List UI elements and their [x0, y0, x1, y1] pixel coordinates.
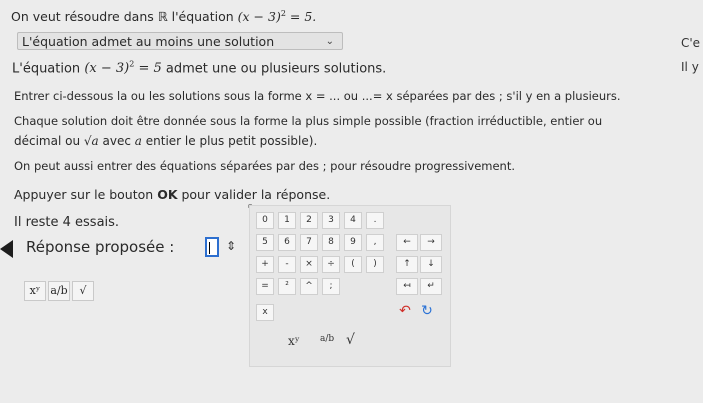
statement-suffix: admet une ou plusieurs solutions.	[161, 61, 387, 77]
key-dot[interactable]: .	[366, 212, 384, 229]
instruction-line-3-mid: avec	[98, 134, 135, 148]
variable-a: a	[134, 134, 142, 148]
key-times[interactable]: ×	[300, 256, 318, 273]
key-minus[interactable]: -	[278, 256, 296, 273]
statement-prefix: L'équation	[12, 61, 81, 77]
side-text-mid: Il y	[681, 60, 699, 74]
key-comma[interactable]: ,	[366, 234, 384, 251]
question-prefix: On veut résoudre dans ℝ l'équation	[11, 9, 234, 25]
text-caret	[209, 242, 210, 254]
sqrt-a-symbol: √a	[83, 134, 99, 148]
keypad-sqrt-button[interactable]: √	[346, 332, 355, 348]
side-text-top: C'e	[681, 36, 701, 50]
arrow-right-icon[interactable]: →	[420, 234, 442, 251]
answer-pointer-icon	[0, 240, 13, 258]
eq-lhs: (x − 3)	[237, 9, 281, 25]
instruction-line-3-suffix: entier le plus petit possible).	[141, 134, 318, 148]
key-7[interactable]: 7	[300, 234, 318, 251]
question-equation: (x − 3)2 = 5.	[238, 9, 317, 24]
statement-equation: (x − 3)2 = 5	[84, 60, 162, 77]
instruction-line-2: Chaque solution doit être donnée sous la…	[14, 114, 603, 128]
redo-icon[interactable]: ↻	[418, 304, 436, 321]
eq-rhs: = 5.	[285, 9, 317, 25]
key-divide[interactable]: ÷	[322, 256, 340, 273]
key-caret[interactable]: ^	[300, 278, 318, 295]
key-plus[interactable]: +	[256, 256, 274, 273]
virtual-keypad: 0 1 2 3 4 . 5 6 7 8 9 , ← → + - × ÷ ( ) …	[249, 205, 451, 367]
key-open-paren[interactable]: (	[344, 256, 362, 273]
instruction-line-3: décimal ou √a avec a entier le plus peti…	[14, 134, 317, 148]
keypad-toggle-icon[interactable]: ⇕	[226, 239, 236, 253]
keypad-power-button[interactable]: xʸ	[288, 334, 300, 348]
instruction-line-4: On peut aussi entrer des équations sépar…	[14, 159, 516, 173]
answer-label: Réponse proposée :	[26, 238, 175, 256]
question-text: On veut résoudre dans ℝ l'équation (x − …	[11, 9, 316, 24]
arrow-left-icon[interactable]: ←	[396, 234, 418, 251]
instruction-line-5-suffix: pour valider la réponse.	[177, 187, 331, 202]
key-equals[interactable]: =	[256, 278, 274, 295]
chevron-down-icon: ⌄	[325, 36, 334, 47]
instruction-line-3-prefix: décimal ou	[14, 134, 81, 148]
solution-count-dropdown[interactable]: L'équation admet au moins une solution ⌄	[17, 32, 343, 50]
instruction-line-5-prefix: Appuyer sur le bouton	[14, 187, 158, 202]
key-5[interactable]: 5	[256, 234, 274, 251]
key-semicolon[interactable]: ;	[322, 278, 340, 295]
key-0[interactable]: 0	[256, 212, 274, 229]
ok-keyword: OK	[157, 187, 178, 202]
key-4[interactable]: 4	[344, 212, 362, 229]
enter-icon[interactable]: ↵	[420, 278, 442, 295]
key-9[interactable]: 9	[344, 234, 362, 251]
backspace-icon[interactable]: ↤	[396, 278, 418, 295]
dropdown-selected: L'équation admet au moins une solution	[22, 34, 275, 49]
fraction-button[interactable]: a/b	[48, 281, 70, 301]
attempts-remaining: Il reste 4 essais.	[14, 215, 120, 230]
instruction-line-5: Appuyer sur le bouton OK pour valider la…	[14, 187, 330, 202]
statement-eq-lhs: (x − 3)	[84, 61, 130, 77]
power-button[interactable]: xʸ	[24, 281, 46, 301]
key-3[interactable]: 3	[322, 212, 340, 229]
key-x[interactable]: x	[256, 304, 274, 321]
sqrt-button[interactable]: √	[72, 281, 94, 301]
key-8[interactable]: 8	[322, 234, 340, 251]
key-squared[interactable]: ²	[278, 278, 296, 295]
key-close-paren[interactable]: )	[366, 256, 384, 273]
undo-icon[interactable]: ↶	[396, 304, 414, 321]
keypad-fraction-button[interactable]: a/b	[320, 334, 334, 344]
arrow-up-icon[interactable]: ↑	[396, 256, 418, 273]
statement-eq-rhs: = 5	[134, 61, 162, 77]
key-1[interactable]: 1	[278, 212, 296, 229]
instruction-line-1: Entrer ci-dessous la ou les solutions so…	[14, 89, 621, 103]
answer-input[interactable]	[205, 237, 219, 257]
statement-text: L'équation (x − 3)2 = 5 admet une ou plu…	[12, 60, 386, 76]
key-6[interactable]: 6	[278, 234, 296, 251]
arrow-down-icon[interactable]: ↓	[420, 256, 442, 273]
key-2[interactable]: 2	[300, 212, 318, 229]
